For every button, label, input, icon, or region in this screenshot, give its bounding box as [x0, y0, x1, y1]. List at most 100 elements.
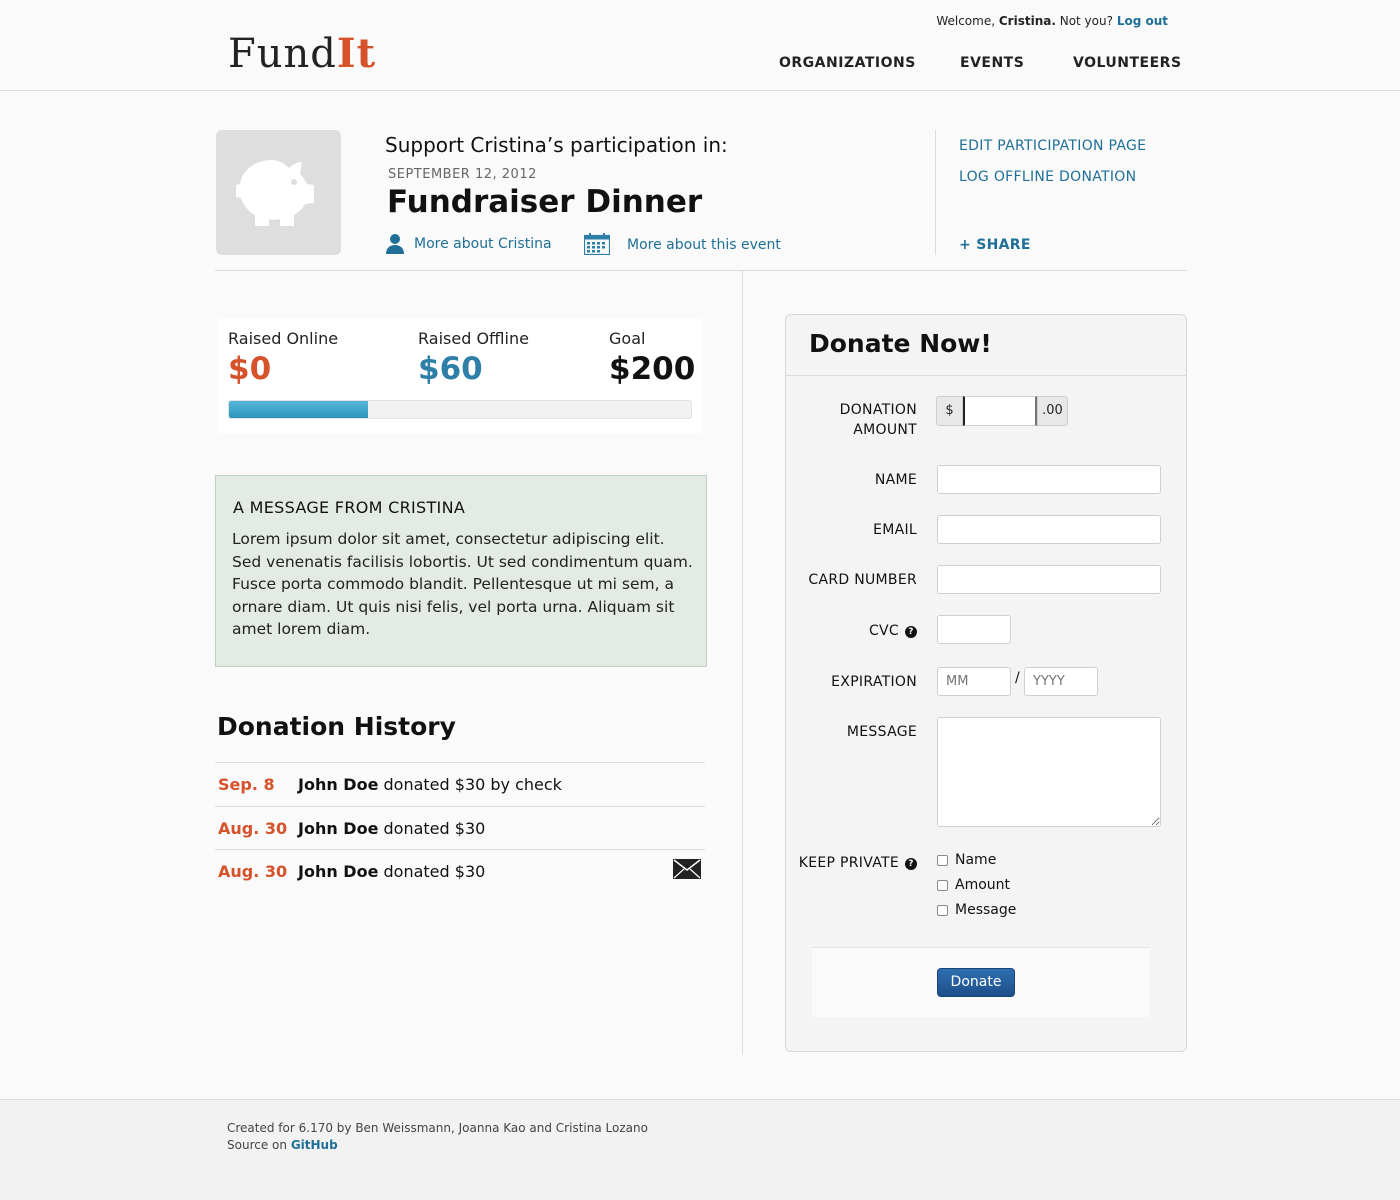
message-body: Lorem ipsum dolor sit amet, consectetur … — [232, 530, 693, 638]
name-label: NAME — [874, 472, 917, 488]
expiration-separator: / — [1015, 670, 1020, 686]
cents-suffix: .00 — [1037, 396, 1068, 426]
question-icon[interactable]: ? — [905, 858, 917, 870]
source-prefix: Source on — [227, 1138, 287, 1152]
nav-volunteers[interactable]: VOLUNTEERS — [1073, 55, 1182, 71]
donate-divider — [786, 375, 1186, 376]
history-text: John Doe donated $30 — [298, 862, 485, 881]
keep-private-label: KEEP PRIVATE? — [799, 853, 917, 873]
private-message-label: Message — [955, 902, 1017, 918]
more-about-cristina-link[interactable]: More about Cristina — [414, 236, 552, 252]
expiration-year-input[interactable] — [1024, 667, 1098, 696]
more-about-event-link[interactable]: More about this event — [627, 237, 781, 253]
person-icon — [386, 234, 404, 254]
history-detail: donated $30 — [378, 862, 486, 881]
history-text: John Doe donated $30 — [298, 819, 485, 838]
history-date: Aug. 30 — [218, 862, 288, 881]
private-amount-label: Amount — [955, 877, 1011, 893]
private-name-checkbox[interactable] — [937, 854, 948, 866]
history-row: Aug. 30 John Doe donated $30 — [215, 849, 705, 893]
donate-form: Donate Now! DONATION AMOUNT $ .00 NAME E… — [785, 314, 1187, 1052]
envelope-icon[interactable] — [673, 859, 701, 879]
message-label: MESSAGE — [846, 724, 917, 740]
column-divider — [742, 271, 743, 1055]
name-input[interactable] — [937, 465, 1161, 494]
message-title: A MESSAGE FROM CRISTINA — [233, 498, 466, 517]
progress-bar-fill — [229, 401, 368, 418]
donation-amount-label-line2: AMOUNT — [853, 422, 917, 438]
event-date: SEPTEMBER 12, 2012 — [388, 167, 537, 182]
footer-credits: Created for 6.170 by Ben Weissmann, Joan… — [227, 1121, 648, 1135]
site-header: FundIt Welcome, Cristina. Not you? Log o… — [0, 0, 1400, 91]
calendar-icon — [584, 233, 610, 255]
raised-offline-label: Raised Offline — [418, 329, 529, 348]
goal-label: Goal — [609, 329, 646, 348]
donate-button[interactable]: Donate — [937, 968, 1015, 997]
history-detail: donated $30 by check — [378, 775, 562, 794]
edit-participation-link[interactable]: EDIT PARTICIPATION PAGE — [959, 138, 1146, 154]
cvc-label-text: CVC — [868, 623, 899, 639]
history-row: Aug. 30 John Doe donated $30 — [215, 806, 705, 850]
private-name-label: Name — [955, 852, 997, 868]
nav-organizations[interactable]: ORGANIZATIONS — [779, 55, 916, 71]
donate-title: Donate Now! — [809, 329, 992, 358]
fundit-logo[interactable]: FundIt — [228, 30, 377, 77]
message-textarea[interactable] — [937, 717, 1161, 827]
github-link[interactable]: GitHub — [291, 1138, 338, 1152]
history-donor: John Doe — [298, 775, 379, 794]
piggy-bank-icon — [236, 160, 314, 226]
footer-source: Source on GitHub — [227, 1138, 338, 1152]
participant-avatar — [216, 130, 341, 255]
card-number-label: CARD NUMBER — [808, 572, 917, 588]
donation-amount-input[interactable] — [963, 396, 1037, 426]
private-message-checkbox[interactable] — [937, 904, 948, 916]
log-offline-donation-link[interactable]: LOG OFFLINE DONATION — [959, 169, 1136, 185]
cvc-input[interactable] — [937, 615, 1011, 644]
donation-amount-label: DONATION AMOUNT — [840, 400, 917, 440]
welcome-prefix: Welcome, — [936, 14, 996, 28]
private-amount-checkbox[interactable] — [937, 879, 948, 891]
donation-amount-group: $ .00 — [936, 396, 1068, 426]
currency-prefix: $ — [936, 396, 963, 426]
header-divider — [935, 130, 936, 255]
email-label: EMAIL — [873, 522, 917, 538]
welcome-message: Welcome, Cristina. Not you? Log out — [936, 14, 1168, 28]
history-row: Sep. 8 John Doe donated $30 by check — [215, 762, 705, 806]
private-name-option[interactable]: Name — [937, 852, 996, 868]
nav-events[interactable]: EVENTS — [960, 55, 1024, 71]
event-name: Fundraiser Dinner — [387, 184, 703, 220]
form-actions: Donate — [812, 947, 1150, 1017]
fundraising-progress: Raised Online $0 Raised Offline $60 Goal… — [218, 319, 703, 433]
history-text: John Doe donated $30 by check — [298, 775, 562, 794]
question-icon[interactable]: ? — [905, 626, 917, 638]
share-link[interactable]: + SHARE — [959, 237, 1031, 253]
progress-bar — [228, 400, 692, 419]
not-you-text: Not you? — [1059, 14, 1113, 28]
goal-value: $200 — [609, 351, 696, 387]
site-footer: Created for 6.170 by Ben Weissmann, Joan… — [0, 1099, 1400, 1200]
history-date: Aug. 30 — [218, 819, 288, 838]
section-divider — [215, 270, 1187, 271]
history-donor: John Doe — [298, 819, 379, 838]
donation-history-title: Donation History — [217, 712, 456, 741]
card-number-input[interactable] — [937, 565, 1161, 594]
cvc-label: CVC? — [869, 621, 917, 641]
support-heading: Support Cristina’s participation in: — [385, 133, 728, 157]
email-input[interactable] — [937, 515, 1161, 544]
welcome-user: Cristina. — [998, 14, 1056, 28]
private-message-option[interactable]: Message — [937, 902, 1016, 918]
participant-message: A MESSAGE FROM CRISTINA Lorem ipsum dolo… — [215, 475, 707, 667]
raised-online-value: $0 — [228, 351, 272, 387]
keep-private-label-text: KEEP PRIVATE — [798, 855, 899, 871]
raised-offline-value: $60 — [418, 351, 483, 387]
logo-accent-text: It — [336, 30, 377, 77]
history-date: Sep. 8 — [218, 775, 275, 794]
logout-link[interactable]: Log out — [1117, 14, 1168, 28]
raised-online-label: Raised Online — [228, 329, 339, 348]
expiration-month-input[interactable] — [937, 667, 1011, 696]
expiration-label: EXPIRATION — [831, 674, 917, 690]
history-donor: John Doe — [298, 862, 379, 881]
history-detail: donated $30 — [378, 819, 486, 838]
donation-amount-label-line1: DONATION — [839, 402, 917, 418]
private-amount-option[interactable]: Amount — [937, 877, 1010, 893]
